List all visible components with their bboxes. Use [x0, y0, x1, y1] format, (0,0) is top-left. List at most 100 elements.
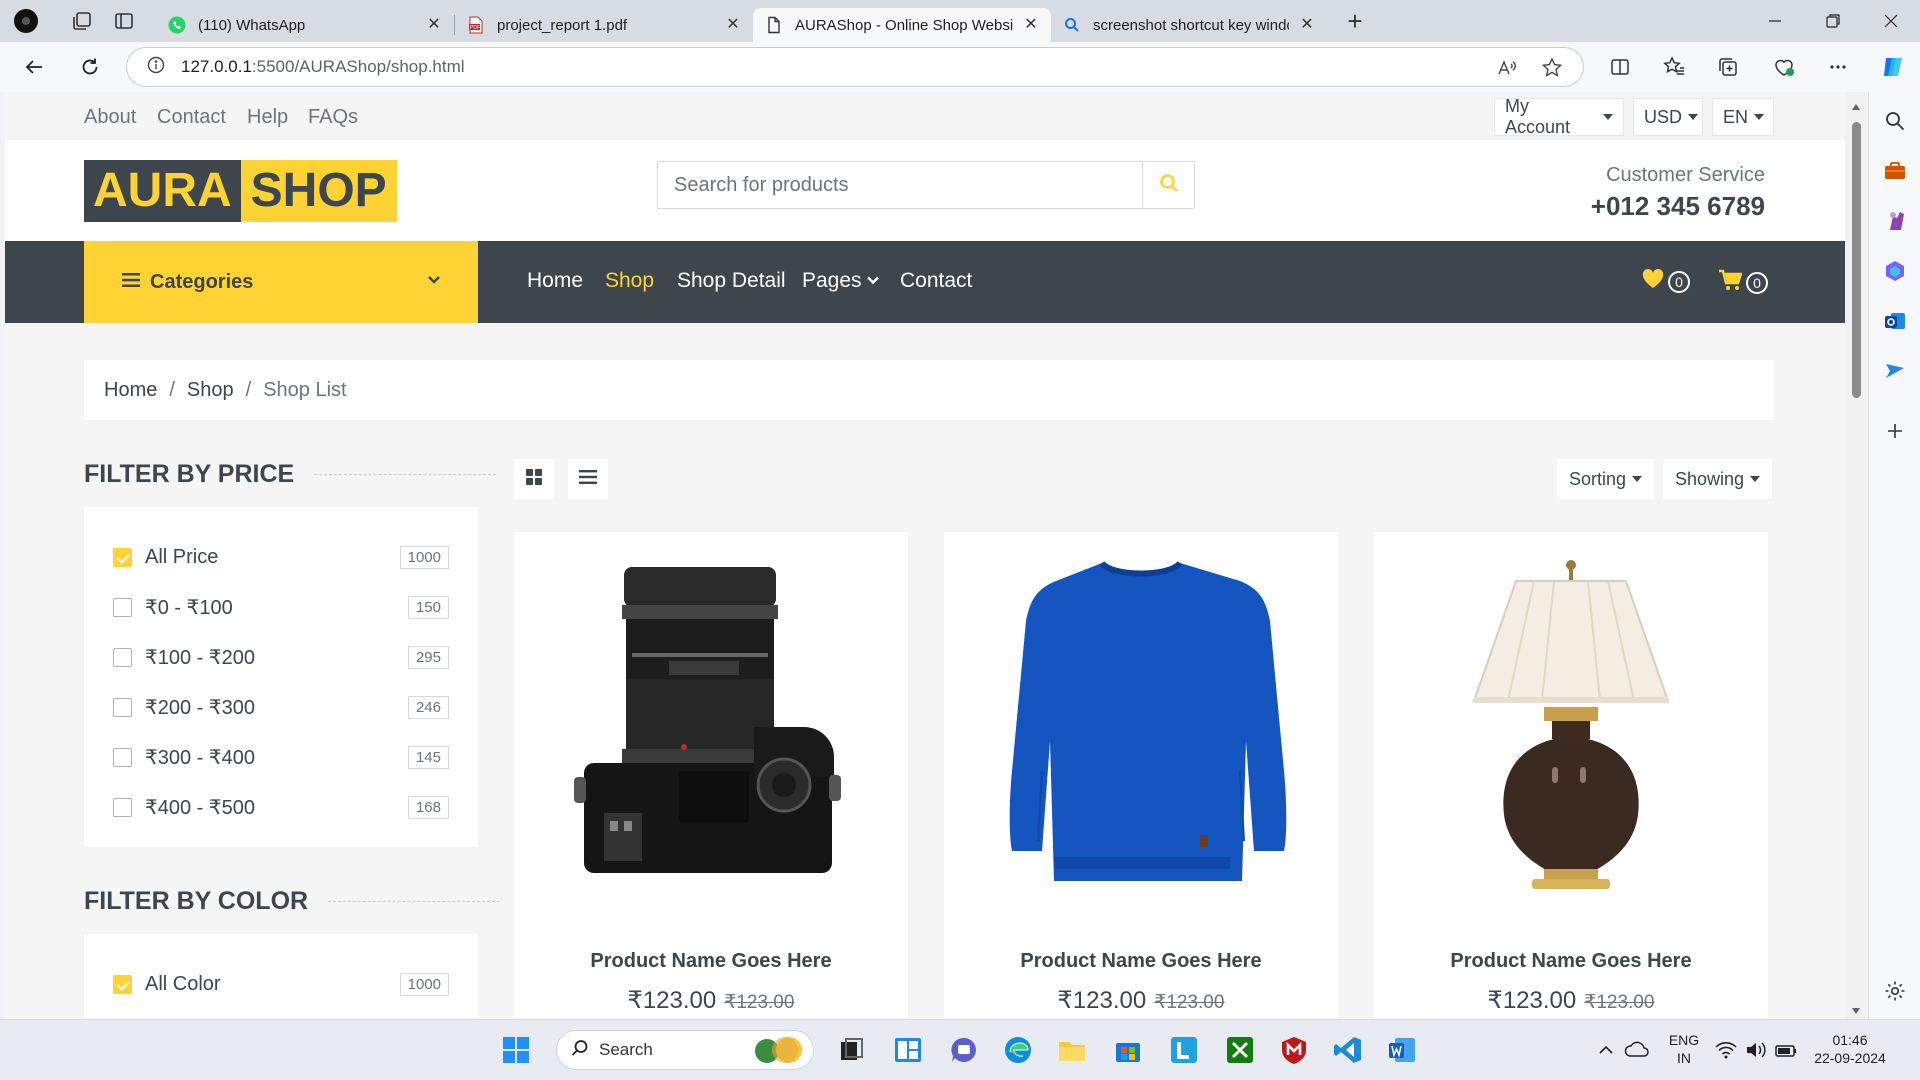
tab-aurashop[interactable]: AURAShop - Online Shop Website ✕ — [753, 8, 1051, 42]
breadcrumb-shop[interactable]: Shop — [187, 379, 234, 402]
checkbox[interactable] — [113, 547, 132, 567]
nav-shop[interactable]: Shop — [605, 269, 654, 293]
checkbox[interactable] — [113, 597, 132, 617]
product-image-sweater[interactable] — [974, 557, 1308, 897]
back-icon[interactable] — [14, 47, 54, 87]
teams-chat-icon[interactable] — [948, 1034, 980, 1066]
widgets-icon[interactable] — [892, 1034, 924, 1066]
checkbox[interactable] — [113, 647, 132, 667]
favorites-icon[interactable] — [1654, 47, 1694, 87]
product-card[interactable]: Product Name Goes Here ₹123.00 ₹123.00 — [514, 532, 908, 1019]
checkbox[interactable] — [113, 697, 132, 717]
about-link[interactable]: About — [84, 106, 136, 129]
language-dropdown[interactable]: EN — [1712, 98, 1774, 136]
favorite-star-icon[interactable] — [1541, 57, 1563, 84]
list-view-button[interactable] — [568, 459, 608, 499]
tab-pdf[interactable]: PDF project_report 1.pdf ✕ — [455, 8, 753, 42]
restore-icon[interactable] — [1804, 0, 1862, 42]
close-tab-icon[interactable]: ✕ — [426, 17, 442, 33]
outlook-icon[interactable] — [1882, 308, 1908, 334]
volume-icon[interactable] — [1744, 1034, 1768, 1066]
price-filter-all[interactable]: All Price 1000 — [113, 542, 449, 572]
profile-avatar-icon[interactable] — [12, 7, 40, 35]
task-view-icon[interactable] — [836, 1034, 868, 1066]
cart-button[interactable]: 0 — [1718, 269, 1768, 296]
browser-essentials-icon[interactable] — [1764, 47, 1804, 87]
split-screen-icon[interactable] — [1600, 47, 1640, 87]
product-name[interactable]: Product Name Goes Here — [944, 950, 1338, 973]
site-logo[interactable]: AURA SHOP — [84, 160, 397, 222]
nav-home[interactable]: Home — [527, 269, 583, 293]
send-icon[interactable] — [1882, 358, 1908, 384]
categories-toggle[interactable]: Categories — [84, 241, 478, 323]
nav-pages[interactable]: Pages — [802, 269, 880, 293]
clock[interactable]: 01:46 22-09-2024 — [1810, 1032, 1890, 1066]
price-filter-200-300[interactable]: ₹200 - ₹300 246 — [113, 692, 449, 722]
search-button[interactable] — [1142, 162, 1194, 208]
contact-link[interactable]: Contact — [157, 106, 226, 129]
l-app-icon[interactable] — [1168, 1034, 1200, 1066]
vscode-icon[interactable] — [1332, 1034, 1364, 1066]
taskbar-search[interactable]: Search — [556, 1030, 814, 1070]
grid-view-button[interactable] — [514, 459, 554, 499]
tab-whatsapp[interactable]: (110) WhatsApp ✕ — [156, 8, 454, 42]
checkbox[interactable] — [113, 974, 132, 994]
help-link[interactable]: Help — [247, 106, 288, 129]
input-language[interactable]: ENG IN — [1664, 1032, 1704, 1066]
reload-icon[interactable] — [70, 47, 110, 87]
site-info-icon[interactable] — [147, 56, 165, 79]
microsoft-365-icon[interactable] — [1882, 258, 1908, 284]
tools-icon[interactable] — [1882, 158, 1908, 184]
file-explorer-icon[interactable] — [1056, 1034, 1088, 1066]
price-filter-300-400[interactable]: ₹300 - ₹400 145 — [113, 742, 449, 772]
settings-gear-icon[interactable] — [1882, 978, 1908, 1004]
word-icon[interactable] — [1386, 1034, 1418, 1066]
edge-browser-icon[interactable] — [1002, 1034, 1034, 1066]
xbox-icon[interactable] — [1224, 1034, 1256, 1066]
copilot-icon[interactable] — [1873, 47, 1913, 87]
collections-icon[interactable] — [1708, 47, 1748, 87]
close-window-icon[interactable] — [1862, 0, 1920, 42]
checkbox[interactable] — [113, 797, 132, 817]
games-icon[interactable] — [1882, 208, 1908, 234]
price-filter-0-100[interactable]: ₹0 - ₹100 150 — [113, 592, 449, 622]
workspaces-icon[interactable] — [68, 7, 96, 35]
microsoft-store-icon[interactable] — [1112, 1034, 1144, 1066]
price-filter-100-200[interactable]: ₹100 - ₹200 295 — [113, 642, 449, 672]
scroll-up-icon[interactable] — [1851, 98, 1861, 116]
battery-icon[interactable] — [1774, 1034, 1798, 1066]
page-scrollbar[interactable] — [1845, 92, 1868, 1019]
nav-shop-detail[interactable]: Shop Detail — [677, 269, 786, 293]
new-tab-button[interactable]: + — [1337, 3, 1373, 39]
faqs-link[interactable]: FAQs — [308, 106, 358, 129]
close-tab-icon[interactable]: ✕ — [725, 17, 741, 33]
close-tab-icon[interactable]: ✕ — [1023, 17, 1039, 33]
sorting-dropdown[interactable]: Sorting — [1557, 459, 1655, 499]
product-name[interactable]: Product Name Goes Here — [1374, 950, 1768, 973]
currency-dropdown[interactable]: USD — [1633, 98, 1703, 136]
more-options-icon[interactable] — [1818, 47, 1858, 87]
onedrive-cloud-icon[interactable] — [1624, 1034, 1650, 1066]
tab-search[interactable]: screenshot shortcut key windows ✕ — [1051, 8, 1327, 42]
price-filter-400-500[interactable]: ₹400 - ₹500 168 — [113, 792, 449, 822]
search-input[interactable] — [658, 162, 1142, 208]
add-sidebar-app-icon[interactable] — [1882, 418, 1908, 444]
tab-actions-icon[interactable] — [110, 7, 138, 35]
wishlist-button[interactable]: 0 — [1642, 269, 1690, 294]
breadcrumb-home[interactable]: Home — [104, 379, 157, 402]
color-filter-all[interactable]: All Color 1000 — [113, 969, 449, 999]
close-tab-icon[interactable]: ✕ — [1299, 17, 1315, 33]
nav-contact[interactable]: Contact — [900, 269, 972, 293]
windows-start-icon[interactable] — [500, 1034, 532, 1066]
product-card[interactable]: Product Name Goes Here ₹123.00 ₹123.00 — [1374, 532, 1768, 1019]
search-icon[interactable] — [1882, 108, 1908, 134]
address-bar[interactable]: 127.0.0.1:5500/AURAShop/shop.html — [126, 47, 1584, 87]
product-image-lamp[interactable] — [1404, 557, 1738, 897]
checkbox[interactable] — [113, 747, 132, 767]
my-account-dropdown[interactable]: My Account — [1494, 96, 1624, 137]
product-card[interactable]: Product Name Goes Here ₹123.00 ₹123.00 — [944, 532, 1338, 1019]
chevron-up-icon[interactable] — [1596, 1034, 1616, 1066]
product-name[interactable]: Product Name Goes Here — [514, 950, 908, 973]
scroll-down-icon[interactable] — [1851, 1002, 1861, 1020]
minimize-icon[interactable] — [1746, 0, 1804, 42]
